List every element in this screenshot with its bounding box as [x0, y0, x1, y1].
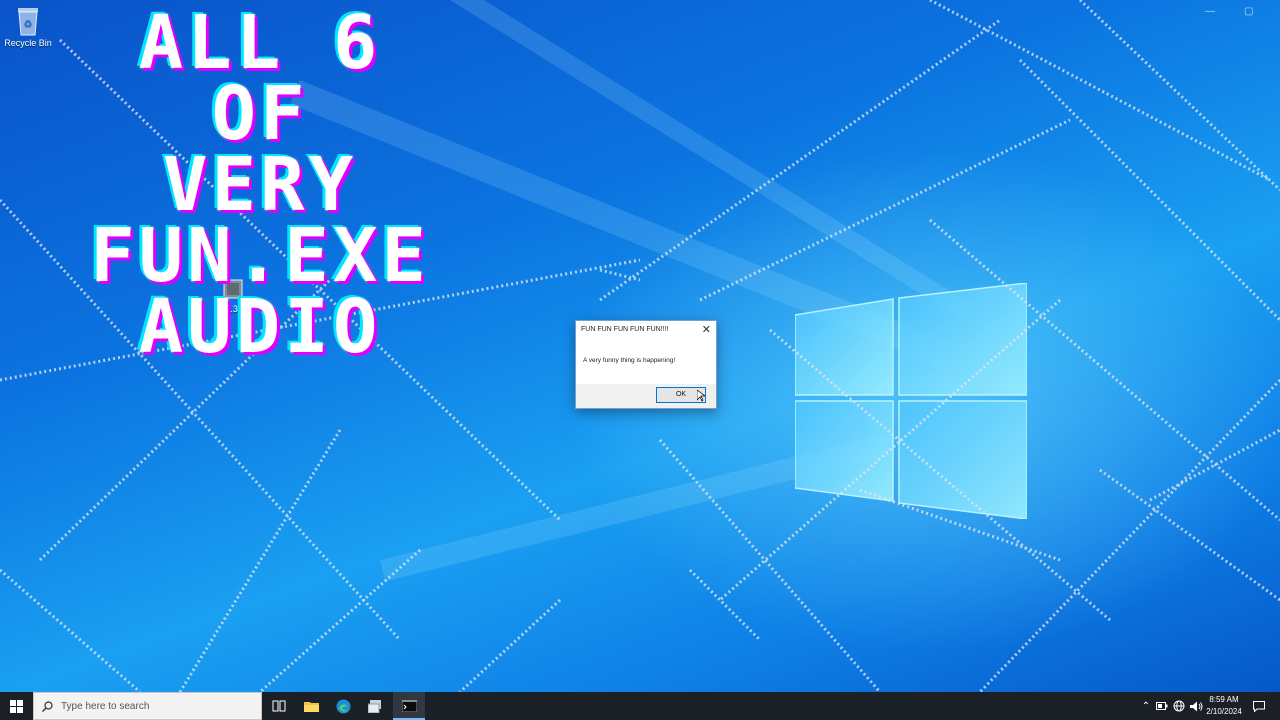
network-icon[interactable]: [1173, 700, 1185, 712]
maximize-icon[interactable]: ▢: [1244, 6, 1253, 17]
overlay-line: VERY: [162, 142, 358, 228]
dialog-footer: OK: [576, 384, 716, 407]
notification-button[interactable]: [1250, 692, 1268, 720]
mouse-cursor-icon: [697, 390, 705, 402]
taskbar: Type here to search ⌃ 8:59 AM 2/10/2024: [0, 692, 1280, 720]
search-icon: [42, 700, 53, 712]
video-title-overlay: ALL 6 OF VERY FUN.EXE AUDIO: [20, 0, 500, 370]
edge-icon: [336, 699, 350, 713]
system-tray: ⌃: [1138, 692, 1203, 720]
taskbar-clock[interactable]: 8:59 AM 2/10/2024: [1200, 694, 1248, 718]
start-icon: [10, 699, 23, 713]
edge-button[interactable]: [328, 692, 358, 720]
start-button[interactable]: [0, 692, 33, 720]
message-box-dialog: FUN FUN FUN FUN FUN!!!! ✕ A very funny t…: [575, 320, 717, 409]
chevron-up-icon[interactable]: ⌃: [1138, 701, 1154, 712]
terminal-icon: [401, 700, 417, 712]
taskbar-search-box[interactable]: Type here to search: [33, 692, 262, 720]
notification-icon: [1253, 700, 1265, 712]
task-view-button[interactable]: [264, 692, 294, 720]
overlay-line: FUN.EXE: [90, 213, 430, 299]
app-button[interactable]: [360, 692, 390, 720]
overlay-line: ALL 6: [138, 0, 382, 86]
dialog-titlebar[interactable]: FUN FUN FUN FUN FUN!!!! ✕: [576, 321, 716, 340]
dialog-body: A very funny thing is happening!: [576, 340, 716, 384]
file-explorer-button[interactable]: [296, 692, 326, 720]
app-icon: [367, 699, 381, 713]
minimize-icon[interactable]: —: [1205, 6, 1215, 17]
windows-logo: [795, 283, 1027, 519]
dialog-title: FUN FUN FUN FUN FUN!!!!: [581, 326, 669, 333]
overlay-line: OF: [211, 71, 309, 157]
close-icon[interactable]: ✕: [702, 323, 711, 336]
terminal-button[interactable]: [393, 692, 425, 720]
clock-date: 2/10/2024: [1206, 707, 1242, 716]
desktop-background: ♻ Recycle Bin j...32 ALL 6 OF VERY FUN.E…: [0, 0, 1280, 692]
search-placeholder: Type here to search: [61, 700, 150, 712]
task-view-icon: [272, 700, 286, 712]
clock-time: 8:59 AM: [1209, 695, 1239, 704]
overlay-line: AUDIO: [138, 284, 382, 370]
dialog-message: A very funny thing is happening!: [583, 357, 676, 364]
file-explorer-icon: [303, 702, 319, 712]
battery-icon[interactable]: [1156, 702, 1168, 710]
